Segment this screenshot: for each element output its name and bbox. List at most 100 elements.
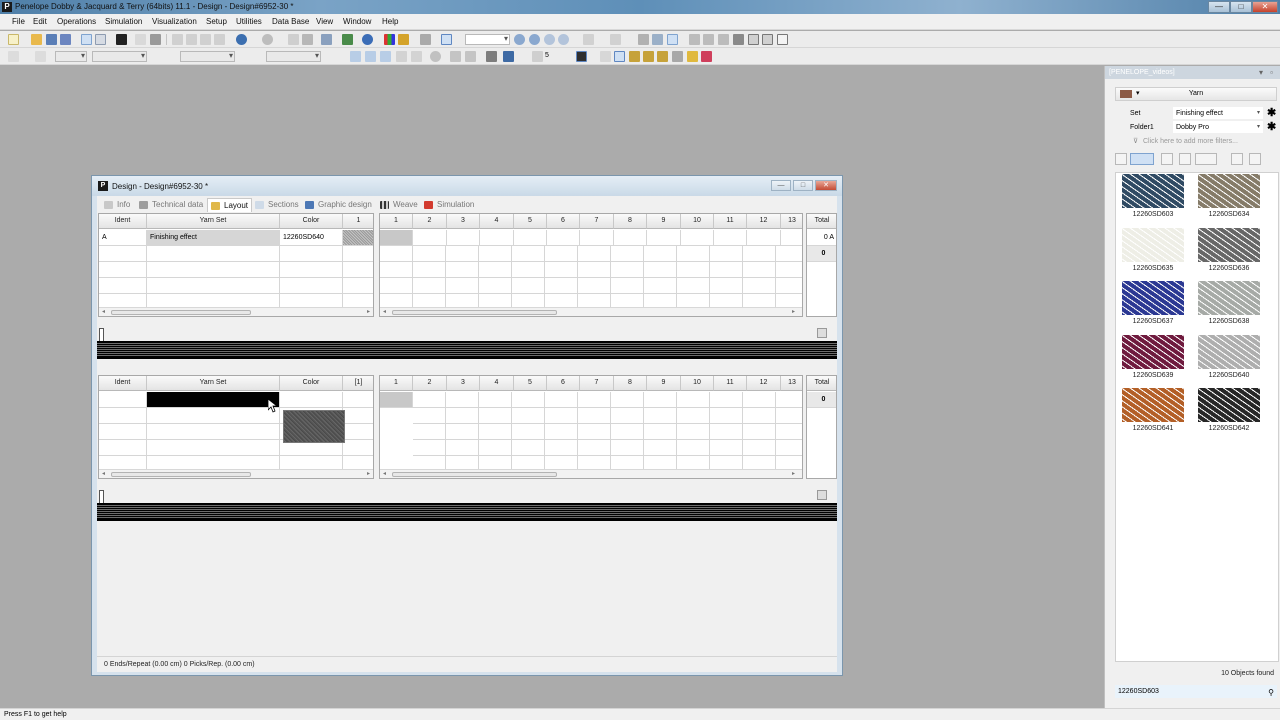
warp-cell-ident[interactable]: A [99, 230, 147, 246]
rows-icon[interactable] [411, 51, 422, 62]
pencil-icon[interactable] [652, 34, 663, 45]
arrow-icon[interactable] [420, 34, 431, 45]
wand2-icon[interactable] [629, 51, 640, 62]
repeat-col-header[interactable]: 13 [781, 376, 802, 391]
fill-mode-icon[interactable] [576, 51, 587, 62]
new-file-icon[interactable] [8, 34, 19, 45]
repeat-col-header[interactable]: 12 [747, 214, 781, 229]
repeat-col-header[interactable]: 8 [614, 214, 647, 229]
grid-icon[interactable] [321, 34, 332, 45]
window-icon[interactable] [95, 34, 106, 45]
clear-filter-icon[interactable]: ✱ [1267, 121, 1276, 134]
menu-operations[interactable]: Operations [57, 17, 96, 26]
repeat-col-header[interactable]: 8 [614, 376, 647, 391]
open-folder-icon[interactable] [31, 34, 42, 45]
font-combo[interactable] [92, 51, 147, 62]
weft-table-hscroll[interactable]: ◂ ▸ [99, 469, 373, 478]
repeat-col-header[interactable]: 2 [413, 214, 447, 229]
menu-help[interactable]: Help [382, 17, 398, 26]
v-icon[interactable] [777, 34, 788, 45]
rect-select-icon[interactable] [610, 34, 621, 45]
repeat-col-header[interactable]: 5 [514, 214, 547, 229]
scroll-right-icon[interactable]: ▸ [792, 470, 795, 478]
panel-dropdown-icon[interactable]: ▾ [1259, 66, 1263, 79]
paste-special-icon[interactable] [214, 34, 225, 45]
table-cell[interactable] [280, 262, 343, 278]
table-cell[interactable] [280, 246, 343, 262]
layer-combo[interactable] [266, 51, 321, 62]
tab-simulation[interactable]: Simulation [421, 198, 477, 212]
weft-repeat-hscroll[interactable]: ◂ ▸ [380, 469, 802, 478]
close-x-icon[interactable] [748, 34, 759, 45]
menu-file[interactable]: File [12, 17, 25, 26]
bucket-icon[interactable] [687, 51, 698, 62]
table-cell[interactable] [343, 262, 373, 278]
yarn-item[interactable]: 12260SD642 [1196, 388, 1262, 438]
repeat-cell-selected[interactable] [380, 230, 413, 246]
repeat-cell[interactable] [781, 230, 802, 246]
checkbox-icon[interactable] [762, 34, 773, 45]
weft-stripe-toggle-icon[interactable] [817, 490, 827, 500]
columns-icon[interactable] [396, 51, 407, 62]
repeat-grid-body[interactable] [413, 392, 802, 472]
warp-header-yarn-set[interactable]: Yarn Set [147, 214, 280, 229]
repeat-cell[interactable] [614, 230, 647, 246]
table-cell[interactable] [147, 246, 280, 262]
weft-header-col1[interactable]: [1] [343, 376, 373, 391]
tab-weave[interactable]: Weave [377, 198, 421, 212]
scroll-thumb[interactable] [392, 310, 557, 315]
copy-icon[interactable] [186, 34, 197, 45]
menu-simulation[interactable]: Simulation [105, 17, 142, 26]
save-icon[interactable] [46, 34, 57, 45]
repeat-grid-body[interactable] [380, 246, 802, 310]
flip-icon[interactable] [718, 34, 729, 45]
yarn-item[interactable]: 12260SD638 [1196, 281, 1262, 331]
repeat-col-header[interactable]: 13 [781, 214, 802, 229]
tab-sections[interactable]: Sections [252, 198, 302, 212]
repeat-col-header[interactable]: 7 [580, 214, 614, 229]
yarn-item[interactable]: 12260SD637 [1120, 281, 1186, 331]
yarn-item[interactable]: 12260SD635 [1120, 228, 1186, 278]
repeat-cell-selected[interactable] [380, 392, 413, 408]
table-cell[interactable] [147, 278, 280, 294]
warp-header-color[interactable]: Color [280, 214, 343, 229]
color-swap-icon[interactable] [701, 51, 712, 62]
wand3-icon[interactable] [643, 51, 654, 62]
filter-value-set[interactable]: Finishing effect [1173, 107, 1263, 119]
scroll-thumb[interactable] [111, 310, 251, 315]
table-cell[interactable] [99, 278, 147, 294]
refresh-icon[interactable] [342, 34, 353, 45]
repeat-col-header[interactable]: 4 [480, 376, 514, 391]
table-cell[interactable] [280, 392, 343, 408]
zoom-fit-icon[interactable] [544, 34, 555, 45]
panel-pin-icon[interactable]: ▫ [1270, 66, 1273, 79]
repeat-col-header[interactable]: 1 [380, 214, 413, 229]
menu-window[interactable]: Window [343, 17, 371, 26]
table-cell[interactable] [99, 392, 147, 408]
brush-icon[interactable] [450, 51, 461, 62]
minimize-button[interactable]: — [1208, 1, 1230, 13]
grid-view-icon[interactable] [1115, 153, 1127, 165]
warp-cell-yarn-set[interactable]: Finishing effect [147, 230, 280, 246]
menu-utilities[interactable]: Utilities [236, 17, 262, 26]
yarn-item[interactable]: 12260SD603 [1120, 174, 1186, 224]
grid-toggle-icon[interactable] [583, 34, 594, 45]
stop-icon[interactable] [116, 34, 127, 45]
table-cell[interactable] [147, 262, 280, 278]
select-icon[interactable] [288, 34, 299, 45]
warp-stripe-toggle-icon[interactable] [817, 328, 827, 338]
weave-icon[interactable] [398, 34, 409, 45]
zoom-combo[interactable] [465, 34, 510, 45]
print-icon[interactable] [150, 34, 161, 45]
binoculars-icon[interactable]: ⚲ [1268, 686, 1274, 699]
move-icon[interactable] [302, 34, 313, 45]
chevron-down-icon[interactable]: ▾ [1257, 107, 1260, 120]
size-combo[interactable] [180, 51, 235, 62]
zoom-reset-icon[interactable] [558, 34, 569, 45]
repeat-col-header[interactable]: 10 [681, 214, 714, 229]
copy-icon[interactable] [1231, 153, 1243, 165]
warp-header-ident[interactable]: Ident [99, 214, 147, 229]
frame-icon[interactable] [441, 34, 452, 45]
scroll-left-icon[interactable]: ◂ [102, 470, 105, 478]
scroll-right-icon[interactable]: ▸ [792, 308, 795, 316]
